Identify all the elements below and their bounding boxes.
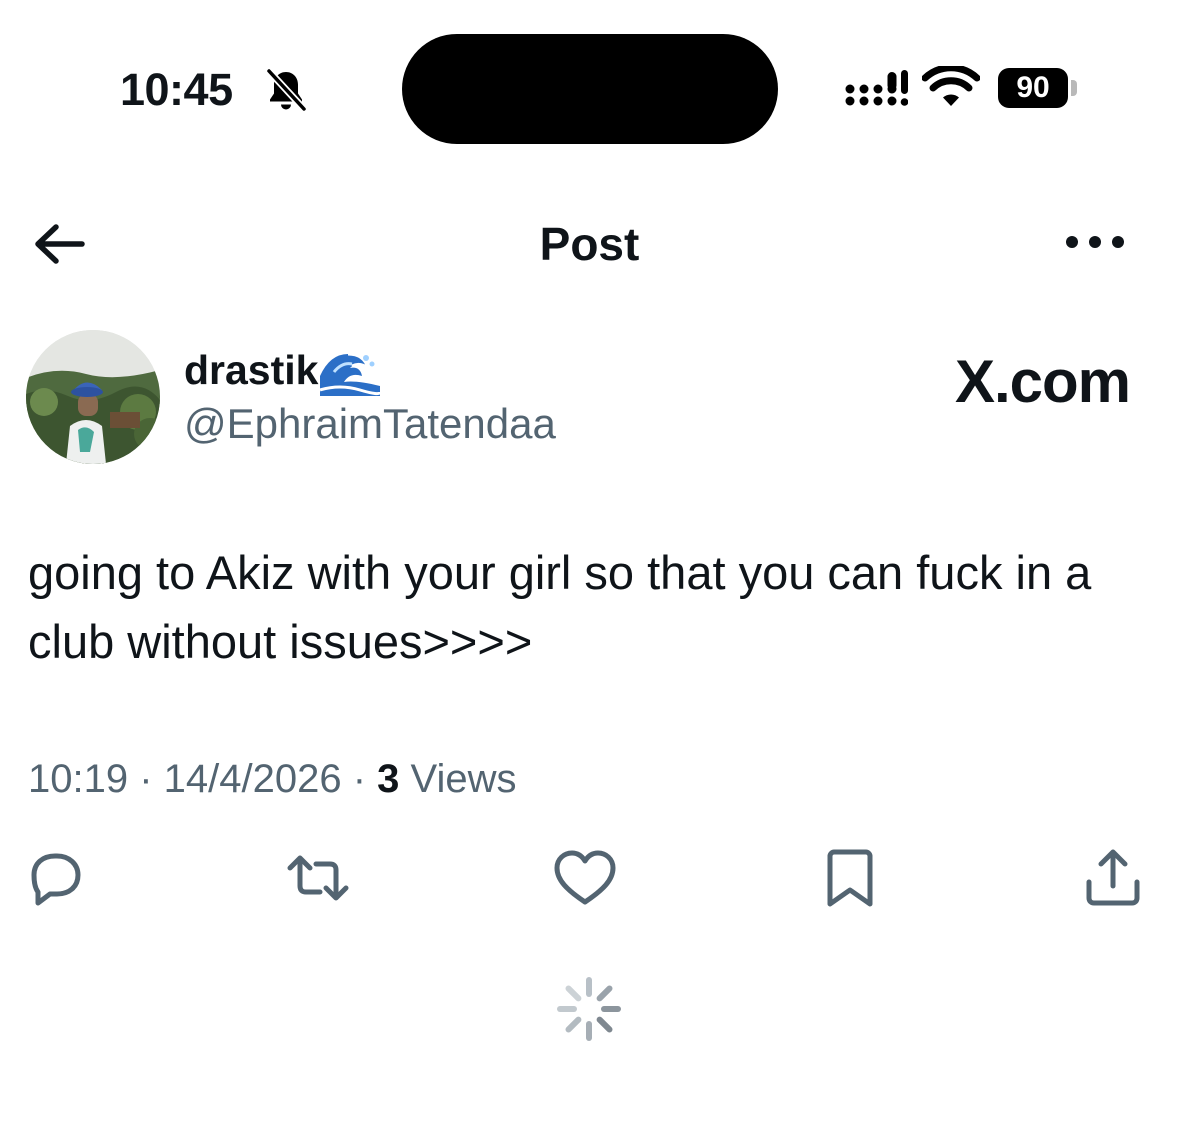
- avatar[interactable]: [26, 330, 160, 464]
- signal-icon: [845, 70, 908, 106]
- wifi-icon: [922, 66, 980, 106]
- views-label[interactable]: Views: [399, 757, 517, 801]
- wave-emoji-icon: [320, 346, 381, 396]
- more-horizontal-icon[interactable]: [1064, 230, 1126, 254]
- author-handle[interactable]: @EphraimTatendaa: [184, 398, 556, 450]
- battery-cap: [1071, 80, 1077, 96]
- watermark-text: X.com: [954, 348, 1131, 415]
- share-icon[interactable]: [1081, 846, 1145, 910]
- reply-icon[interactable]: [24, 846, 88, 910]
- dynamic-island: [402, 34, 778, 144]
- page-title: Post: [539, 218, 640, 270]
- author-display-name[interactable]: drastik: [184, 344, 381, 396]
- heart-icon[interactable]: [553, 846, 617, 910]
- battery-icon: 90: [998, 68, 1068, 108]
- views-count[interactable]: 3: [377, 757, 399, 801]
- bookmark-icon[interactable]: [818, 846, 882, 910]
- author-name-text: drastik: [184, 347, 319, 393]
- post-text: going to Akiz with your girl so that you…: [28, 546, 1092, 668]
- bell-slash-icon: [265, 67, 308, 113]
- repost-icon[interactable]: [286, 846, 350, 910]
- status-time: 10:45: [120, 64, 233, 115]
- post-timestamp: 10:19 · 14/4/2026 ·: [28, 757, 378, 801]
- post-meta: 10:19 · 14/4/2026 · 3 Views: [28, 752, 516, 806]
- spinner-icon: [557, 977, 621, 1041]
